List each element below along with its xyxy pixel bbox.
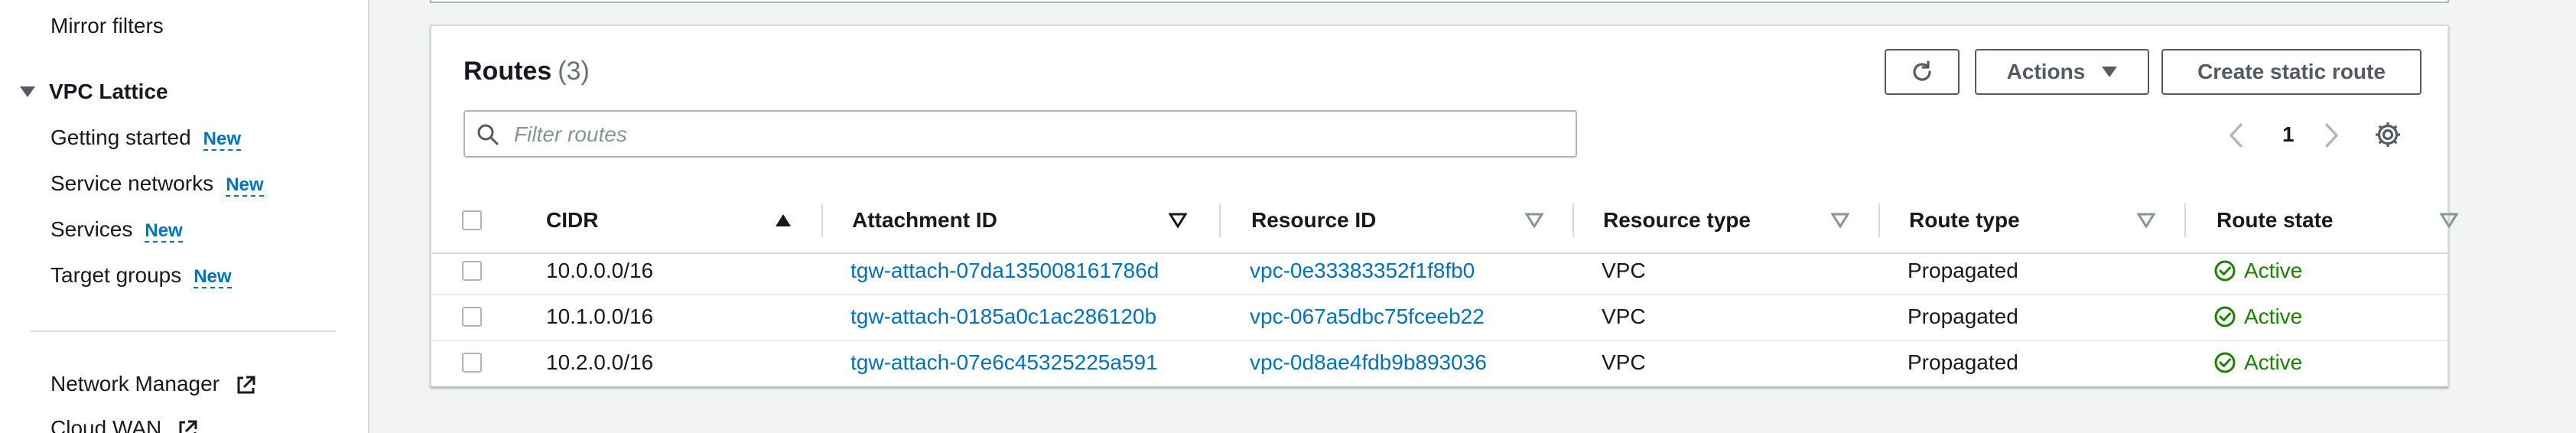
routes-table-header: CIDR Attachment ID Resource ID Resource … (431, 188, 2458, 254)
resource-type-cell: VPC (1602, 259, 1646, 282)
caret-down-icon (2102, 67, 2118, 77)
sidebar: Mirror filters VPC Lattice Getting start… (0, 0, 369, 433)
resource-id-link[interactable]: vpc-0d8ae4fdb9b893036 (1250, 350, 1487, 375)
sidebar-item-getting-started[interactable]: Getting started New (50, 125, 242, 151)
filter-routes-input[interactable] (512, 118, 1556, 151)
refresh-button[interactable] (1885, 49, 1960, 95)
search-icon (477, 124, 499, 145)
route-state-text: Active (2244, 259, 2303, 282)
sidebar-item-target-groups[interactable]: Target groups New (50, 263, 232, 288)
route-type-cell: Propagated (1908, 259, 2018, 282)
sort-icon[interactable] (2440, 213, 2458, 228)
sidebar-item-network-manager[interactable]: Network Manager (50, 372, 256, 396)
table-row[interactable]: 10.0.0.0/16 tgw-attach-07da135008161786d… (431, 248, 2448, 295)
resource-id-cell: vpc-0d8ae4fdb9b893036 (1250, 340, 1487, 386)
column-header-attachment-id[interactable]: Attachment ID (852, 188, 997, 252)
page-number[interactable]: 1 (2282, 122, 2295, 147)
sort-icon[interactable] (2137, 213, 2155, 228)
column-divider[interactable] (821, 203, 823, 237)
column-divider[interactable] (2184, 203, 2186, 237)
new-badge: New (194, 266, 232, 288)
caret-down-icon (20, 86, 35, 97)
external-link-icon (237, 376, 255, 394)
sidebar-item-mirror-filters[interactable]: Mirror filters (50, 14, 164, 38)
route-state-cell: Active (2213, 340, 2302, 386)
attachment-id-cell: tgw-attach-07e6c45325225a591 (851, 340, 1158, 386)
attachment-id-cell: tgw-attach-07da135008161786d (851, 248, 1159, 294)
sort-icon[interactable] (1525, 213, 1543, 228)
sidebar-item-label: Target groups (50, 263, 182, 287)
panel-title-text: Routes (463, 57, 552, 86)
cidr-cell: 10.2.0.0/16 (546, 350, 654, 374)
chevron-right-icon[interactable] (2322, 122, 2340, 148)
settings-gear-icon[interactable] (2373, 119, 2403, 150)
column-header-route-type[interactable]: Route type (1909, 188, 2020, 252)
row-checkbox[interactable] (462, 353, 482, 373)
sort-icon[interactable] (1831, 213, 1849, 228)
sidebar-item-cloud-wan[interactable]: Cloud WAN (50, 416, 198, 433)
previous-panel-edge (430, 0, 2449, 3)
row-checkbox[interactable] (462, 307, 482, 327)
table-row[interactable]: 10.1.0.0/16 tgw-attach-0185a0c1ac286120b… (431, 294, 2448, 341)
filter-routes-field[interactable] (463, 110, 1577, 158)
check-circle-icon (2214, 306, 2236, 327)
resource-id-link[interactable]: vpc-0e33383352f1f8fb0 (1250, 259, 1475, 283)
row-checkbox[interactable] (462, 261, 482, 281)
sidebar-item-label: Service networks (50, 171, 214, 195)
cidr-cell: 10.1.0.0/16 (546, 304, 654, 328)
actions-dropdown-button[interactable]: Actions (1975, 49, 2149, 95)
resource-type-cell: VPC (1602, 304, 1646, 328)
sidebar-divider (31, 330, 337, 332)
actions-label: Actions (2006, 60, 2086, 83)
table-row[interactable]: 10.2.0.0/16 tgw-attach-07e6c45325225a591… (431, 340, 2448, 386)
sort-descending-icon[interactable] (1169, 213, 1187, 228)
route-type-cell: Propagated (1908, 350, 2018, 374)
resource-id-link[interactable]: vpc-067a5dbc75fceeb22 (1250, 304, 1485, 329)
cidr-cell: 10.0.0.0/16 (546, 259, 654, 282)
sort-ascending-icon[interactable] (774, 213, 792, 228)
resource-id-cell: vpc-0e33383352f1f8fb0 (1250, 248, 1475, 294)
pagination: 1 (2227, 118, 2362, 153)
column-divider[interactable] (1573, 203, 1574, 237)
sidebar-item-label: Network Manager (50, 372, 220, 396)
column-divider[interactable] (1219, 203, 1221, 237)
resource-type-cell: VPC (1602, 350, 1646, 374)
create-static-route-button[interactable]: Create static route (2161, 49, 2422, 95)
sidebar-item-label: Services (50, 217, 133, 241)
column-divider[interactable] (1878, 203, 1880, 237)
external-link-icon (179, 420, 197, 433)
new-badge: New (145, 220, 183, 243)
panel-title: Routes (3) (463, 57, 590, 86)
check-circle-icon (2214, 260, 2236, 282)
new-badge: New (203, 129, 242, 151)
sidebar-item-label: Cloud WAN (50, 416, 162, 433)
column-header-route-state[interactable]: Route state (2217, 188, 2333, 252)
column-header-cidr[interactable]: CIDR (546, 188, 598, 252)
route-state-cell: Active (2213, 294, 2302, 340)
attachment-id-link[interactable]: tgw-attach-0185a0c1ac286120b (851, 304, 1156, 329)
route-state-cell: Active (2213, 248, 2302, 294)
column-header-resource-id[interactable]: Resource ID (1251, 188, 1376, 252)
route-state-text: Active (2244, 350, 2303, 374)
sidebar-item-services[interactable]: Services New (50, 217, 183, 243)
new-badge: New (226, 174, 264, 197)
sidebar-section-vpc-lattice[interactable]: VPC Lattice (20, 80, 168, 104)
chevron-left-icon[interactable] (2227, 122, 2246, 148)
check-circle-icon (2214, 352, 2236, 373)
attachment-id-link[interactable]: tgw-attach-07da135008161786d (851, 259, 1159, 283)
attachment-id-link[interactable]: tgw-attach-07e6c45325225a591 (851, 350, 1158, 375)
attachment-id-cell: tgw-attach-0185a0c1ac286120b (851, 294, 1156, 340)
refresh-icon (1913, 60, 1931, 81)
sidebar-item-label: Getting started (50, 125, 191, 149)
route-state-text: Active (2244, 304, 2303, 328)
routes-panel: Routes(3) Actions Create static route 1 (430, 24, 2458, 387)
select-all-checkbox[interactable] (462, 210, 482, 230)
routes-count: (3) (558, 57, 590, 86)
route-type-cell: Propagated (1908, 304, 2018, 328)
column-header-resource-type[interactable]: Resource type (1603, 188, 1751, 252)
sidebar-section-title: VPC Lattice (49, 80, 168, 103)
resource-id-cell: vpc-067a5dbc75fceeb22 (1250, 294, 1485, 340)
sidebar-item-service-networks[interactable]: Service networks New (50, 171, 264, 197)
